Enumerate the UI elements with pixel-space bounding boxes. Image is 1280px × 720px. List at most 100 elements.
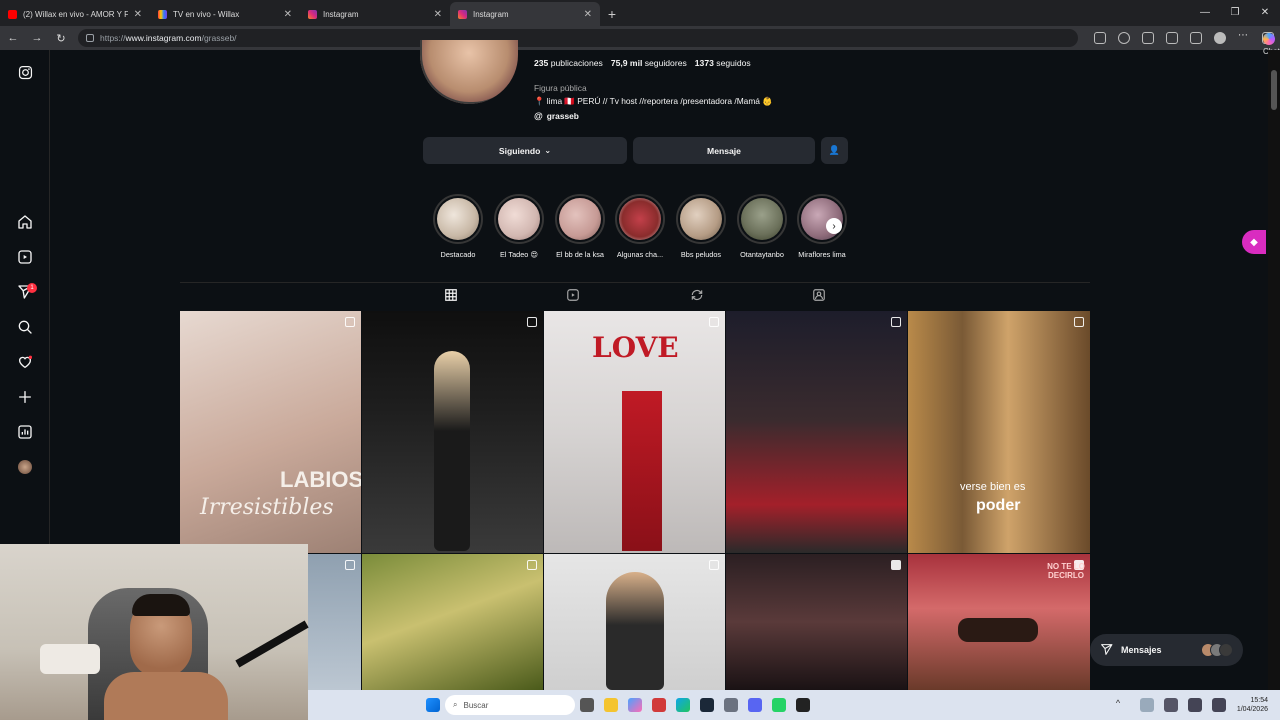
tab-title: Instagram (323, 9, 359, 19)
post-thumbnail[interactable] (308, 554, 361, 690)
browser-tab-instagram-2[interactable]: Instagram ✕ (450, 2, 600, 26)
maximize-icon[interactable]: ❐ (1220, 0, 1250, 24)
copilot-app-icon[interactable] (628, 698, 642, 712)
person-hair (132, 594, 190, 616)
browser-tab-instagram-1[interactable]: Instagram ✕ (300, 2, 450, 26)
post-overlay-text: NO TE LO DECIRLO (1047, 562, 1085, 580)
avatar (1219, 643, 1233, 657)
reel-icon (345, 317, 355, 327)
highlight-cover (437, 198, 479, 240)
reels-icon[interactable] (17, 249, 33, 265)
address-bar[interactable]: https://www.instagram.com/grasseb/ (78, 29, 1078, 47)
instagram-logo-icon[interactable] (17, 64, 33, 80)
message-avatars (1201, 643, 1233, 657)
whatsapp-icon[interactable] (772, 698, 786, 712)
browser-tab-willax-tv[interactable]: TV en vivo - Willax ✕ (150, 2, 300, 26)
highlights-next-arrow-icon[interactable]: › (826, 218, 842, 234)
person-body (104, 672, 228, 720)
highlight-item[interactable]: Algunas cha... (611, 192, 669, 259)
tagged-tab-icon[interactable] (812, 288, 826, 302)
discord-icon[interactable] (748, 698, 762, 712)
back-arrow-icon[interactable]: ← (6, 31, 20, 45)
taskbar-clock[interactable]: 15:54 1/04/2026 (1237, 696, 1268, 714)
post-overlay-text: Irresistibles (200, 495, 334, 520)
post-thumbnail[interactable]: NO TE LO DECIRLO (908, 554, 1090, 690)
close-tab-icon[interactable]: ✕ (284, 9, 292, 20)
message-button[interactable]: Mensaje (633, 137, 815, 164)
profile-avatar-icon[interactable] (1214, 32, 1226, 44)
highlight-item[interactable]: Miraflores lima (793, 192, 851, 259)
post-overlay-text: poder (976, 497, 1021, 514)
highlight-item[interactable]: El bb de la ksa (551, 192, 609, 259)
post-thumbnail[interactable]: verse bien es poder (908, 311, 1090, 553)
favorite-star-icon[interactable] (1118, 32, 1130, 44)
extensions-icon[interactable] (1142, 32, 1154, 44)
profile-picture[interactable] (420, 40, 518, 104)
profile-avatar[interactable] (17, 459, 33, 475)
extension-floating-icon[interactable]: ◆ (1242, 230, 1266, 254)
publications-count[interactable]: 235 publicaciones (534, 58, 603, 68)
post-thumbnail[interactable]: LOVE (544, 311, 725, 553)
close-tab-icon[interactable]: ✕ (434, 9, 442, 20)
post-thumbnail[interactable] (726, 311, 907, 553)
post-thumbnail[interactable] (726, 554, 907, 690)
copilot-chat-button[interactable]: Chat (1262, 32, 1280, 56)
favorites-icon[interactable] (1190, 32, 1202, 44)
room-shelf (40, 644, 100, 674)
create-plus-icon[interactable] (17, 389, 33, 405)
post-thumbnail[interactable]: LABIOS Irresistibles (180, 311, 361, 553)
scrollbar-thumb[interactable] (1271, 70, 1277, 110)
edge-browser-icon[interactable] (676, 698, 690, 712)
post-thumbnail[interactable] (362, 554, 543, 690)
notifications-heart-icon[interactable] (17, 354, 33, 370)
wps-office-icon[interactable] (652, 698, 666, 712)
highlight-cover (498, 198, 540, 240)
windows-start-icon[interactable] (426, 698, 440, 712)
highlight-item[interactable]: Otantaytanbo (733, 192, 791, 259)
close-window-icon[interactable]: ✕ (1250, 0, 1280, 24)
file-explorer-icon[interactable] (604, 698, 618, 712)
following-count[interactable]: 1373 seguidos (695, 58, 751, 68)
onedrive-icon[interactable] (1139, 698, 1154, 712)
collections-icon[interactable] (1166, 32, 1178, 44)
search-icon[interactable] (17, 319, 33, 335)
tray-overflow-chevron-icon[interactable]: ^ (1116, 698, 1130, 712)
dashboard-insights-icon[interactable] (17, 424, 33, 440)
post-thumbnail[interactable] (544, 554, 725, 690)
site-info-icon[interactable] (86, 34, 94, 42)
home-icon[interactable] (17, 214, 33, 230)
new-tab-button[interactable]: + (600, 2, 624, 26)
highlight-cover (559, 198, 601, 240)
page-scrollbar[interactable] (1268, 50, 1280, 690)
calculator-icon[interactable] (724, 698, 738, 712)
obs-icon[interactable] (796, 698, 810, 712)
highlight-item[interactable]: Destacado (429, 192, 487, 259)
minimize-icon[interactable]: — (1190, 0, 1220, 24)
volume-icon[interactable] (1211, 698, 1226, 712)
post-overlay-text: verse bien es (960, 481, 1026, 493)
highlight-item[interactable]: Bbs peludos (672, 192, 730, 259)
steam-icon[interactable] (700, 698, 714, 712)
reels-tab-icon[interactable] (566, 288, 580, 302)
followers-count[interactable]: 75,9 mil seguidores (611, 58, 687, 68)
highlight-cover (680, 198, 722, 240)
taskbar-search-box[interactable]: ⌕ Buscar (445, 695, 575, 715)
network-icon[interactable] (1187, 698, 1202, 712)
close-tab-icon[interactable]: ✕ (584, 9, 592, 20)
task-view-icon[interactable] (580, 698, 594, 712)
browser-tab-willax-youtube[interactable]: (2) Willax en vivo - AMOR Y FUEG ✕ (0, 2, 150, 26)
messages-floating-button[interactable]: Mensajes (1090, 634, 1243, 666)
reposts-tab-icon[interactable] (690, 288, 704, 302)
posts-grid-tab-icon[interactable] (427, 288, 475, 313)
forward-arrow-icon[interactable]: → (30, 31, 44, 45)
threads-link[interactable]: @ grasseb (534, 111, 579, 121)
following-button[interactable]: Siguiendo ⌄ (423, 137, 627, 164)
close-tab-icon[interactable]: ✕ (134, 9, 142, 20)
highlight-item[interactable]: El Tadeo 😍 (490, 192, 548, 259)
suggest-users-button[interactable]: 👤 (821, 137, 848, 164)
reader-mode-icon[interactable] (1094, 32, 1106, 44)
microphone-icon[interactable] (1163, 698, 1178, 712)
more-menu-icon[interactable]: ⋯ (1238, 31, 1250, 44)
post-thumbnail[interactable] (362, 311, 543, 553)
reload-icon[interactable]: ↻ (54, 31, 68, 45)
